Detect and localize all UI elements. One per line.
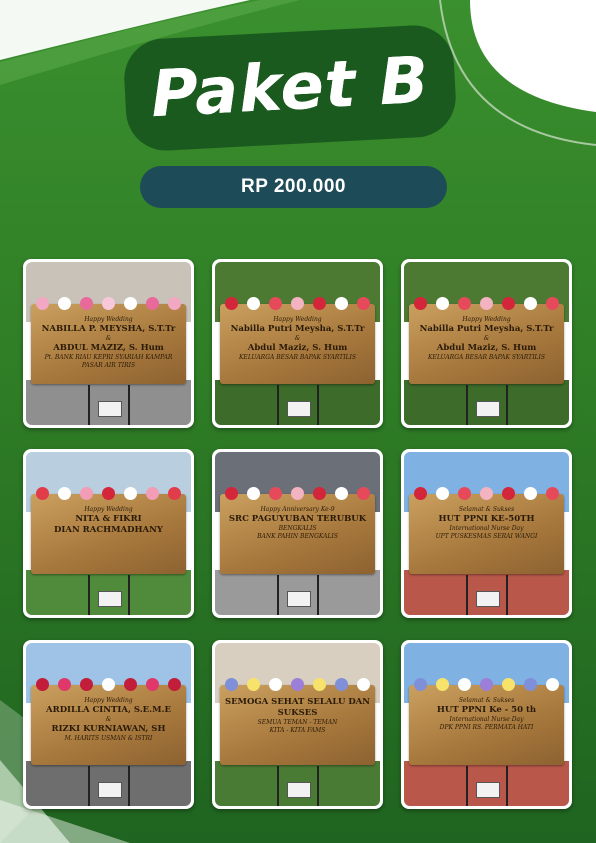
wooden-board: Selamat & Sukses HUT PPNI Ke - 50 th Int… <box>409 678 564 765</box>
flower-board-photo: Selamat & Sukses HUT PPNI Ke - 50 th Int… <box>404 643 569 806</box>
flower-arrangement <box>409 297 564 313</box>
board-sender: DPK PPNI RS. PERMATA HATI <box>439 724 534 731</box>
flower-board-photo: SEMOGA SEHAT SELALU DAN SUKSES SEMUA TEM… <box>215 643 380 806</box>
board-sender: M. HARITS USMAN & ISTRI <box>64 735 153 742</box>
board-greeting: Selamat & Sukses <box>458 506 515 513</box>
board-sender: Pt. BANK RIAU KEPRI SYARIAH KAMPAR PASAR… <box>44 354 173 369</box>
wooden-board: Happy Anniversary Ke-9 SRC PAGUYUBAN TER… <box>220 487 375 574</box>
board-greeting: Happy Wedding <box>84 316 133 323</box>
board-name: HUT PPNI KE-50TH <box>438 514 535 524</box>
board-sender: KELUARGA BESAR BAPAK SYARTILIS <box>427 354 546 361</box>
wooden-board: Happy Wedding NITA & FIKRI DIAN RACHMADH… <box>31 487 186 574</box>
wooden-board: Happy Wedding ARDILLA CINTIA, S.E.M.E & … <box>31 678 186 765</box>
board-name: SRC PAGUYUBAN TERUBUK <box>228 514 367 524</box>
flower-board-photo: Selamat & Sukses HUT PPNI KE-50TH Intern… <box>404 452 569 615</box>
flower-board-photo: Happy Wedding Nabilla Putri Meysha, S.T.… <box>404 262 569 425</box>
title-text: Paket B <box>149 43 431 133</box>
board-sender: KITA - KITA FAMS <box>269 727 326 734</box>
florist-tag <box>287 591 311 607</box>
flower-arrangement <box>220 487 375 503</box>
photo-card: Selamat & Sukses HUT PPNI Ke - 50 th Int… <box>401 640 572 809</box>
photo-card: Happy Wedding ARDILLA CINTIA, S.E.M.E & … <box>23 640 194 809</box>
florist-tag <box>98 401 122 417</box>
photo-card: Happy Wedding Nabilla Putri Meysha, S.T.… <box>401 259 572 428</box>
board-subline: & <box>105 335 112 342</box>
florist-tag <box>476 401 500 417</box>
board-sender: BANK PAHIN BENGKALIS <box>257 533 338 540</box>
wooden-board: Happy Wedding Nabilla Putri Meysha, S.T.… <box>220 297 375 384</box>
board-name-2: ABDUL MAZIZ, S. Hum <box>53 343 164 353</box>
board-name-2: Abdul Maziz, S. Hum <box>436 343 537 353</box>
wooden-board: Happy Wedding NABILLA P. MEYSHA, S.T.Tr … <box>31 297 186 384</box>
board-sender: KELUARGA BESAR BAPAK SYARTILIS <box>238 354 357 361</box>
florist-tag <box>287 782 311 798</box>
flower-arrangement <box>409 678 564 694</box>
photo-card: Happy Wedding Nabilla Putri Meysha, S.T.… <box>212 259 383 428</box>
board-greeting: Happy Wedding <box>462 316 511 323</box>
wooden-board: SEMOGA SEHAT SELALU DAN SUKSES SEMUA TEM… <box>220 678 375 765</box>
florist-tag <box>476 782 500 798</box>
board-name: SEMOGA SEHAT SELALU DAN SUKSES <box>224 697 371 718</box>
board-subline: International Nurse Day <box>449 716 524 723</box>
board-name: HUT PPNI Ke - 50 th <box>436 705 537 715</box>
board-subline: BENGKALIS <box>278 525 317 532</box>
flower-arrangement <box>31 297 186 313</box>
florist-tag <box>98 782 122 798</box>
board-name: Nabilla Putri Meysha, S.T.Tr <box>230 324 365 334</box>
florist-tag <box>476 591 500 607</box>
board-name-2: RIZKI KURNIAWAN, SH <box>51 724 166 734</box>
flower-arrangement <box>220 678 375 694</box>
flower-board-photo: Happy Wedding Nabilla Putri Meysha, S.T.… <box>215 262 380 425</box>
flower-arrangement <box>31 678 186 694</box>
board-name: NITA & FIKRI <box>75 514 142 524</box>
board-name: ARDILLA CINTIA, S.E.M.E <box>46 705 171 715</box>
flower-board-photo: Happy Wedding NABILLA P. MEYSHA, S.T.Tr … <box>26 262 191 425</box>
board-subline: International Nurse Day <box>449 525 524 532</box>
board-name-2: Abdul Maziz, S. Hum <box>247 343 348 353</box>
wooden-board: Selamat & Sukses HUT PPNI KE-50TH Intern… <box>409 487 564 574</box>
board-subline: & <box>294 335 301 342</box>
board-greeting: Happy Wedding <box>84 697 133 704</box>
board-greeting: Happy Wedding <box>273 316 322 323</box>
wooden-board: Happy Wedding Nabilla Putri Meysha, S.T.… <box>409 297 564 384</box>
package-title: Paket B <box>122 23 458 153</box>
board-greeting: Happy Wedding <box>84 506 133 513</box>
board-sender: UPT PUSKESMAS SERAI WANGI <box>435 533 538 540</box>
price-badge: RP 200.000 <box>140 166 447 208</box>
flower-board-photo: Happy Anniversary Ke-9 SRC PAGUYUBAN TER… <box>215 452 380 615</box>
flower-arrangement <box>31 487 186 503</box>
board-subline: & <box>105 716 112 723</box>
board-greeting: Selamat & Sukses <box>458 697 515 704</box>
board-subline: & <box>483 335 490 342</box>
photo-card: Happy Wedding NABILLA P. MEYSHA, S.T.Tr … <box>23 259 194 428</box>
flower-arrangement <box>220 297 375 313</box>
florist-tag <box>287 401 311 417</box>
board-name: Nabilla Putri Meysha, S.T.Tr <box>419 324 554 334</box>
board-greeting: Happy Anniversary Ke-9 <box>260 506 335 513</box>
florist-tag <box>98 591 122 607</box>
board-subline: SEMUA TEMAN - TEMAN <box>257 719 338 726</box>
board-name-2: DIAN RACHMADHANY <box>54 525 163 535</box>
flower-arrangement <box>409 487 564 503</box>
photo-card: Happy Anniversary Ke-9 SRC PAGUYUBAN TER… <box>212 449 383 618</box>
photo-card: SEMOGA SEHAT SELALU DAN SUKSES SEMUA TEM… <box>212 640 383 809</box>
photo-card: Happy Wedding NITA & FIKRI DIAN RACHMADH… <box>23 449 194 618</box>
photo-card: Selamat & Sukses HUT PPNI KE-50TH Intern… <box>401 449 572 618</box>
flower-board-photo: Happy Wedding ARDILLA CINTIA, S.E.M.E & … <box>26 643 191 806</box>
board-name: NABILLA P. MEYSHA, S.T.Tr <box>41 324 176 334</box>
flyer: Paket B RP 200.000 Happy Wedding NABILLA… <box>0 0 596 843</box>
flower-board-photo: Happy Wedding NITA & FIKRI DIAN RACHMADH… <box>26 452 191 615</box>
